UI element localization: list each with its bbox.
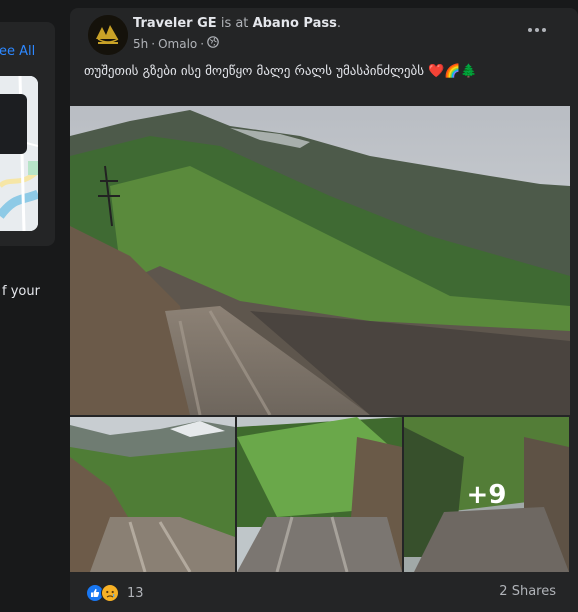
post-place[interactable]: Omalo	[158, 37, 197, 51]
is-at-text: is at	[220, 16, 249, 31]
author-avatar[interactable]	[88, 15, 128, 55]
map-thumbnail[interactable]	[0, 76, 38, 231]
more-options-button[interactable]	[524, 20, 550, 40]
author-name[interactable]: Traveler GE	[133, 16, 217, 31]
post-meta: 5h · Omalo ·	[133, 36, 219, 51]
reactions-bar: 13 2 Shares	[86, 581, 556, 605]
shares-count[interactable]: 2 Shares	[499, 584, 556, 599]
reaction-count[interactable]: 13	[127, 586, 144, 601]
more-photos-count[interactable]: +9	[404, 417, 569, 572]
post-text: თუშეთის გზები ისე მოეწყო მალე რალს უმასპ…	[84, 64, 477, 79]
see-all-link[interactable]: ee All	[0, 44, 35, 59]
map-overlay	[0, 94, 27, 154]
post-time[interactable]: 5h	[133, 37, 148, 51]
left-panel-text: f your	[2, 284, 40, 299]
photo-thumbnail-1[interactable]	[70, 417, 235, 572]
dot-icon	[535, 28, 539, 32]
separator-dot: ·	[200, 36, 205, 51]
period: .	[336, 16, 341, 31]
reaction-icons[interactable]	[86, 584, 119, 602]
location-name[interactable]: Abano Pass	[253, 16, 337, 31]
post-header: Traveler GE is at Abano Pass.	[133, 16, 341, 31]
photo-thumbnail-3[interactable]: +9	[404, 417, 569, 572]
post-card: Traveler GE is at Abano Pass. 5h · Omalo…	[70, 8, 578, 612]
photo-thumbnail-2[interactable]	[237, 417, 402, 572]
sad-icon	[101, 584, 119, 602]
globe-icon	[207, 36, 219, 51]
main-photo[interactable]	[70, 106, 570, 415]
dot-icon	[528, 28, 532, 32]
dot-icon	[542, 28, 546, 32]
separator-dot: ·	[151, 36, 156, 51]
